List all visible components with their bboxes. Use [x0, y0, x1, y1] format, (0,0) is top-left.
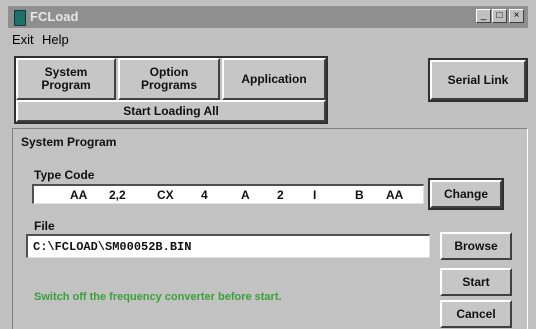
start-label: Start [462, 274, 490, 289]
tab-option-programs-label-2: Programs [140, 78, 198, 92]
menu-bar: Exit Help [8, 30, 528, 50]
serial-link-label: Serial Link [447, 72, 509, 87]
cancel-button[interactable]: Cancel [440, 300, 512, 328]
maximize-icon[interactable]: □ [492, 9, 507, 23]
start-loading-all-label: Start Loading All [123, 103, 219, 118]
tab-system-program-label-2: Program [41, 78, 91, 92]
type-code-part: CX [157, 188, 174, 202]
file-path-value: C:\FCLOAD\SM00052B.BIN [33, 240, 192, 254]
title-bar: FCLoad _ □ × [8, 6, 528, 28]
type-code-label: Type Code [34, 168, 95, 182]
menu-exit[interactable]: Exit [12, 32, 34, 47]
tab-system-program[interactable]: System Program [16, 58, 116, 100]
hint-text: Switch off the frequency converter befor… [34, 291, 282, 303]
start-button[interactable]: Start [440, 268, 512, 296]
cancel-label: Cancel [456, 306, 496, 321]
type-code-part: 2 [277, 188, 284, 202]
type-code-part: AA [386, 188, 404, 202]
app-icon [14, 10, 26, 26]
close-icon[interactable]: × [509, 9, 524, 23]
tab-option-programs[interactable]: Option Programs [118, 58, 220, 100]
group-title: System Program [21, 135, 117, 149]
start-loading-all-button[interactable]: Start Loading All [16, 100, 326, 122]
change-button[interactable]: Change [430, 180, 502, 208]
type-code-part: I [313, 188, 317, 202]
window-title: FCLoad [30, 9, 79, 24]
type-code-part: AA [70, 188, 88, 202]
type-code-part: A [241, 188, 250, 202]
serial-link-button[interactable]: Serial Link [430, 60, 526, 100]
tab-application-label: Application [241, 71, 307, 86]
type-code-part: 4 [201, 188, 208, 202]
type-code-field: AA 2,2 CX 4 A 2 I B AA [32, 184, 424, 204]
fcload-window: FCLoad _ □ × Exit Help System Program Op… [0, 0, 536, 329]
browse-button[interactable]: Browse [440, 232, 512, 260]
file-label: File [34, 219, 55, 233]
menu-help[interactable]: Help [42, 32, 69, 47]
browse-label: Browse [454, 238, 498, 253]
change-label: Change [443, 186, 488, 201]
tab-application[interactable]: Application [222, 58, 326, 100]
file-path-input[interactable]: C:\FCLOAD\SM00052B.BIN [26, 234, 430, 258]
type-code-part: 2,2 [109, 188, 126, 202]
type-code-part: B [355, 188, 364, 202]
minimize-icon[interactable]: _ [476, 9, 491, 23]
